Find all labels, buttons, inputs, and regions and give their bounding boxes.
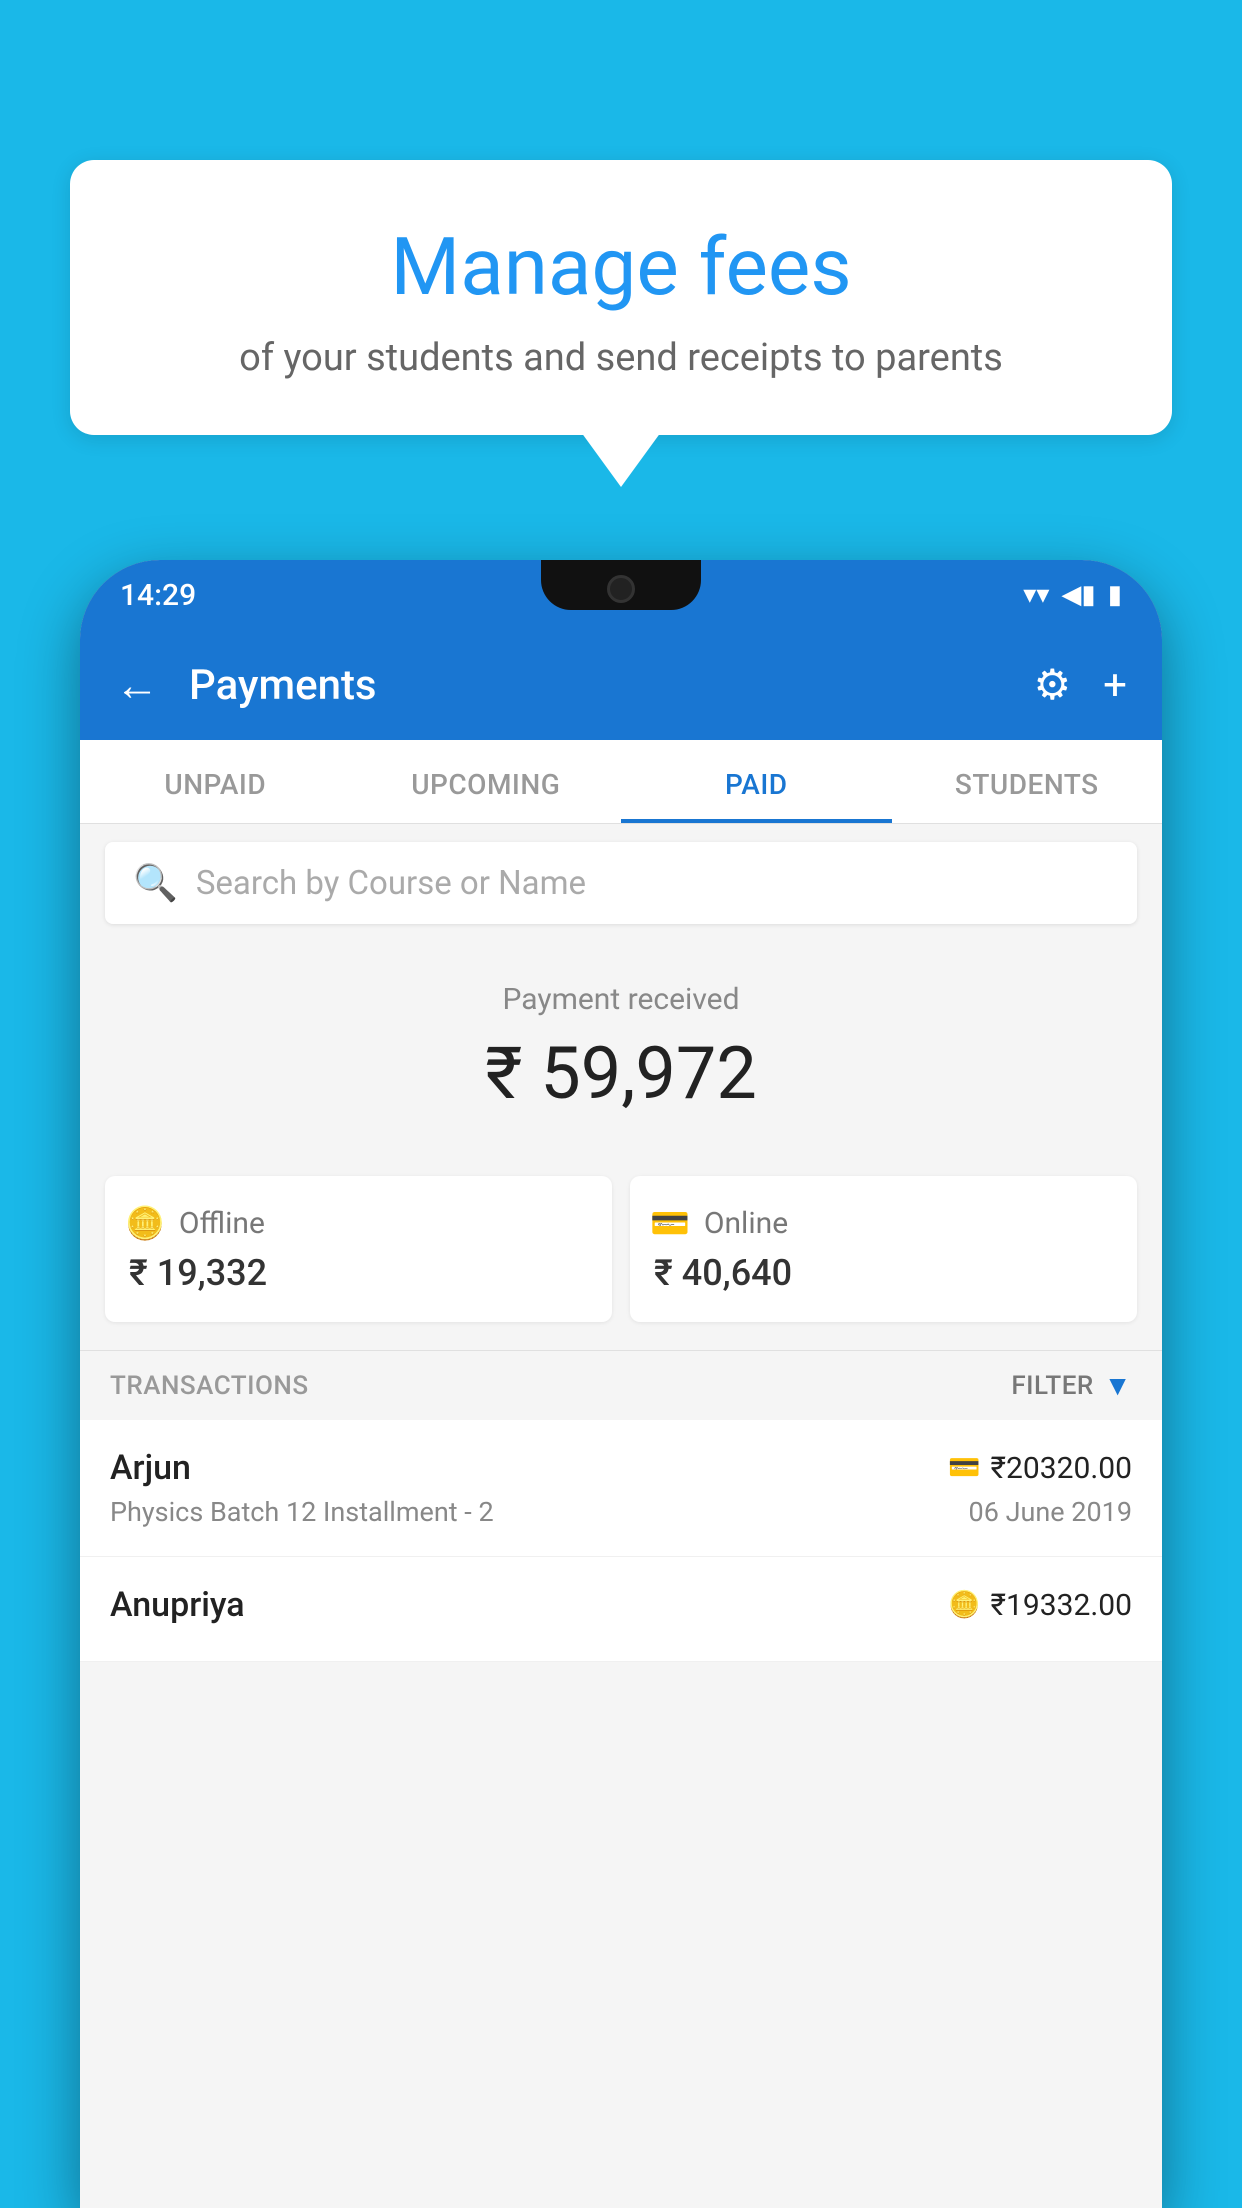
filter-label: FILTER <box>1011 1371 1093 1401</box>
search-container: 🔍 Search by Course or Name <box>80 824 1162 942</box>
tab-upcoming[interactable]: UPCOMING <box>351 740 622 823</box>
transactions-header: TRANSACTIONS FILTER ▼ <box>80 1350 1162 1420</box>
header-actions: ⚙ + <box>1034 660 1128 710</box>
bubble-title: Manage fees <box>120 220 1122 314</box>
search-icon: 🔍 <box>133 862 178 904</box>
settings-button[interactable]: ⚙ <box>1034 660 1072 710</box>
filter-icon: ▼ <box>1104 1369 1132 1402</box>
tabs-bar: UNPAID UPCOMING PAID STUDENTS <box>80 740 1162 824</box>
online-amount: ₹ 40,640 <box>650 1252 1117 1294</box>
transaction-amount: 🪙 ₹19332.00 <box>948 1588 1132 1623</box>
payment-summary: Payment received ₹ 59,972 <box>80 942 1162 1176</box>
online-label: Online <box>704 1206 788 1241</box>
search-bar[interactable]: 🔍 Search by Course or Name <box>105 842 1137 924</box>
transaction-date: 06 June 2019 <box>969 1496 1132 1528</box>
offline-label: Offline <box>179 1206 265 1241</box>
tab-paid[interactable]: PAID <box>621 740 892 823</box>
tab-unpaid[interactable]: UNPAID <box>80 740 351 823</box>
payment-type-icon: 🪙 <box>948 1590 980 1620</box>
signal-icon: ◀▮ <box>1061 580 1095 610</box>
payment-received-label: Payment received <box>105 982 1137 1017</box>
back-button[interactable]: ← <box>115 659 159 711</box>
offline-card: 🪙 Offline ₹ 19,332 <box>105 1176 612 1322</box>
transaction-desc: Physics Batch 12 Installment - 2 <box>110 1496 494 1528</box>
tab-students[interactable]: STUDENTS <box>892 740 1163 823</box>
card-icon: 💳 <box>650 1204 690 1242</box>
app-header: ← Payments ⚙ + <box>80 630 1162 740</box>
transaction-list: Arjun 💳 ₹20320.00 Physics Batch 12 Insta… <box>80 1420 1162 1662</box>
transaction-item-anupriya[interactable]: Anupriya 🪙 ₹19332.00 <box>80 1557 1162 1662</box>
front-camera <box>607 575 635 603</box>
status-time: 14:29 <box>120 578 196 613</box>
online-card: 💳 Online ₹ 40,640 <box>630 1176 1137 1322</box>
filter-button[interactable]: FILTER ▼ <box>1011 1369 1132 1402</box>
offline-amount: ₹ 19,332 <box>125 1252 592 1294</box>
payment-type-icon: 💳 <box>948 1453 980 1483</box>
phone-notch <box>541 560 701 610</box>
payment-cards: 🪙 Offline ₹ 19,332 💳 Online ₹ 40,640 <box>80 1176 1162 1350</box>
transaction-amount: 💳 ₹20320.00 <box>948 1451 1132 1486</box>
payment-total-amount: ₹ 59,972 <box>105 1031 1137 1116</box>
transactions-label: TRANSACTIONS <box>110 1371 309 1401</box>
page-title: Payments <box>189 661 1004 710</box>
bubble-subtitle: of your students and send receipts to pa… <box>120 336 1122 380</box>
status-icons: ▾▾ ◀▮ ▮ <box>1023 580 1122 610</box>
battery-icon: ▮ <box>1108 580 1122 610</box>
speech-bubble: Manage fees of your students and send re… <box>70 160 1172 435</box>
wifi-icon: ▾▾ <box>1023 580 1049 610</box>
transaction-name: Anupriya <box>110 1585 245 1625</box>
phone-frame: 14:29 ▾▾ ◀▮ ▮ ← Payments ⚙ + UNPAID UPCO… <box>80 560 1162 2208</box>
transaction-name: Arjun <box>110 1448 191 1488</box>
cash-icon: 🪙 <box>125 1204 165 1242</box>
search-input[interactable]: Search by Course or Name <box>196 864 586 903</box>
add-button[interactable]: + <box>1103 661 1127 710</box>
transaction-item-arjun[interactable]: Arjun 💳 ₹20320.00 Physics Batch 12 Insta… <box>80 1420 1162 1557</box>
